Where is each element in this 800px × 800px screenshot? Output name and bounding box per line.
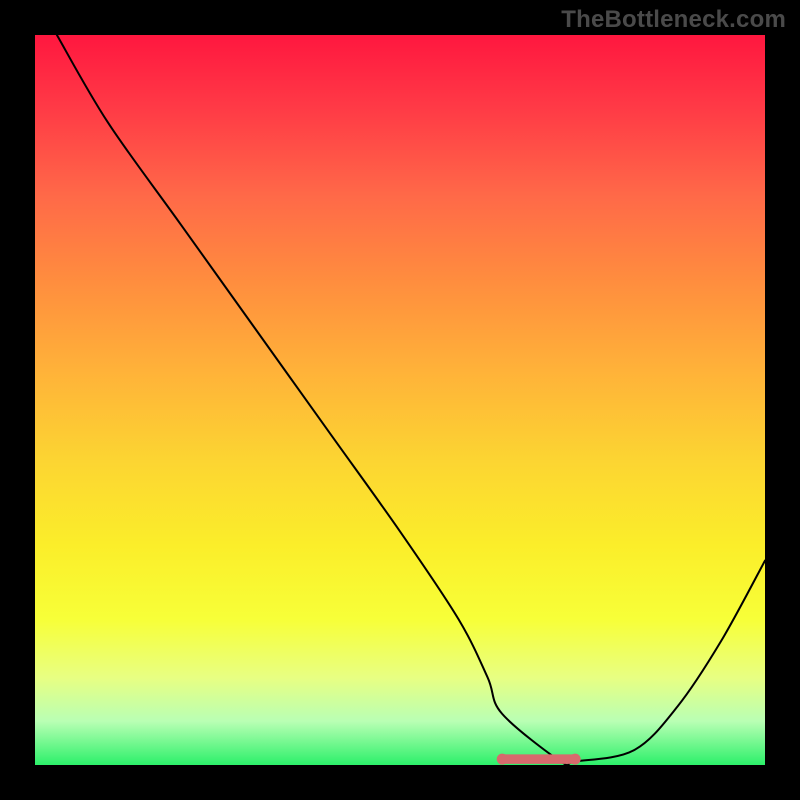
optimal-marker-right	[570, 754, 581, 765]
curve-line	[57, 35, 765, 765]
bottleneck-curve	[35, 35, 765, 765]
plot-area	[35, 35, 765, 765]
optimal-marker-left	[497, 754, 508, 765]
chart-container: TheBottleneck.com	[0, 0, 800, 800]
watermark-text: TheBottleneck.com	[561, 6, 786, 34]
